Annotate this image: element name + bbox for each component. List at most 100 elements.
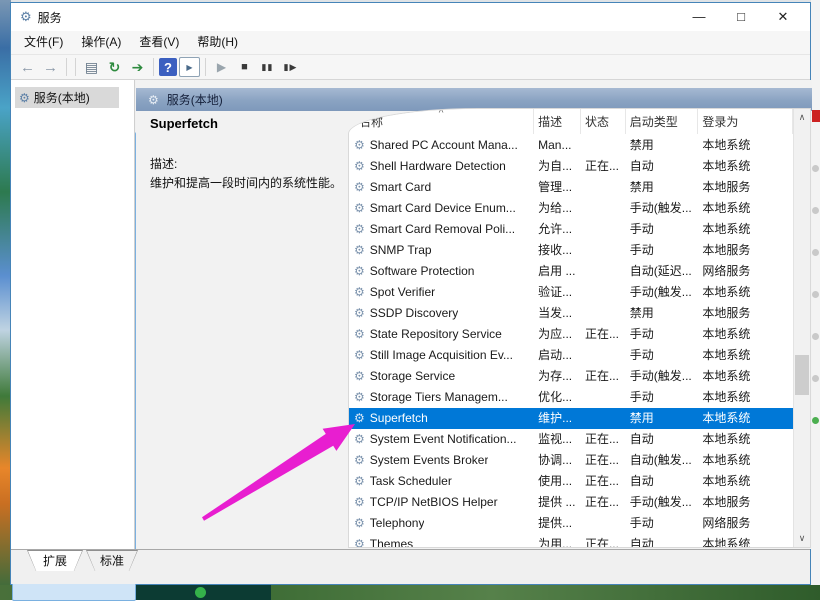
table-row[interactable]: ⚙Software Protection启用 ...自动(延迟...网络服务 — [349, 261, 793, 282]
service-gear-icon: ⚙ — [354, 366, 365, 387]
background-dots — [812, 165, 819, 172]
service-gear-icon: ⚙ — [354, 429, 365, 450]
pane-header-label: 服务(本地) — [167, 91, 223, 108]
table-row[interactable]: ⚙Still Image Acquisition Ev...启动...手动本地系… — [349, 345, 793, 366]
toolbar-separator — [66, 58, 67, 76]
title-bar[interactable]: ⚙ 服务 —□✕ — [11, 3, 810, 31]
table-row[interactable]: ⚙Smart Card Removal Poli...允许...手动本地系统 — [349, 219, 793, 240]
service-gear-icon: ⚙ — [354, 345, 365, 366]
window-title: 服务 — [38, 9, 62, 26]
table-row[interactable]: ⚙Shell Hardware Detection为自...正在...自动本地系… — [349, 156, 793, 177]
close-button[interactable]: ✕ — [762, 3, 804, 31]
table-row[interactable]: ⚙Smart Card Device Enum...为给...手动(触发...本… — [349, 198, 793, 219]
description-label: 描述: — [150, 155, 346, 172]
service-gear-icon: ⚙ — [354, 387, 365, 408]
status-bar — [11, 571, 810, 584]
menu-item[interactable]: 帮助(H) — [188, 31, 247, 54]
vertical-scrollbar[interactable]: ∧ ∨ — [793, 109, 810, 547]
table-row[interactable]: ⚙Storage Tiers Managem...优化...手动本地系统 — [349, 387, 793, 408]
background-logo — [133, 585, 271, 600]
table-row[interactable]: ⚙Storage Service为存...正在...手动(触发...本地系统 — [349, 366, 793, 387]
tab-standard[interactable]: 标准 — [86, 550, 138, 571]
extended-description-panel: Superfetch 描述: 维护和提高一段时间内的系统性能。 — [150, 116, 346, 192]
menu-item[interactable]: 操作(A) — [72, 31, 130, 54]
table-row[interactable]: ⚙Superfetch维护...禁用本地系统 — [349, 408, 793, 429]
services-gear-icon: ⚙ — [148, 93, 159, 107]
tree-item-label: 服务(本地) — [34, 89, 90, 106]
menu-item[interactable]: 文件(F) — [15, 31, 72, 54]
desktop-wallpaper-right — [811, 0, 820, 600]
forward-icon[interactable]: → — [40, 57, 61, 77]
properties-icon[interactable]: ▤ — [81, 57, 102, 77]
service-gear-icon: ⚙ — [354, 219, 365, 240]
table-row[interactable]: ⚙TCP/IP NetBIOS Helper提供 ...正在...手动(触发..… — [349, 492, 793, 513]
service-gear-icon: ⚙ — [354, 198, 365, 219]
table-row[interactable]: ⚙Smart Card管理...禁用本地服务 — [349, 177, 793, 198]
column-header-1[interactable]: 描述 — [534, 109, 581, 134]
service-gear-icon: ⚙ — [354, 324, 365, 345]
refresh-icon[interactable]: ↻ — [104, 57, 125, 77]
service-gear-icon: ⚙ — [354, 156, 365, 177]
minimize-button[interactable]: — — [678, 3, 720, 31]
table-row[interactable]: ⚙State Repository Service为应...正在...手动本地系… — [349, 324, 793, 345]
services-gear-icon: ⚙ — [19, 91, 30, 105]
menu-item[interactable]: 查看(V) — [130, 31, 188, 54]
help-icon[interactable]: ? — [159, 58, 177, 76]
table-row[interactable]: ⚙Themes为用...正在...自动本地系统 — [349, 534, 793, 548]
selected-service-name: Superfetch — [150, 116, 346, 131]
service-gear-icon: ⚙ — [354, 282, 365, 303]
table-row[interactable]: ⚙SSDP Discovery当发...禁用本地服务 — [349, 303, 793, 324]
column-header-0[interactable]: 名称^ — [349, 109, 534, 134]
column-header-4[interactable]: 登录为 — [698, 109, 793, 134]
service-gear-icon: ⚙ — [354, 492, 365, 513]
export-list-icon[interactable]: ➔ — [127, 57, 148, 77]
toolbar-separator — [205, 58, 206, 76]
table-row[interactable]: ⚙Spot Verifier验证...手动(触发...本地系统 — [349, 282, 793, 303]
toolbar: ←→▦▤↻➔?▶▶■▮▮▮▶ — [11, 54, 810, 80]
description-text: 维护和提高一段时间内的系统性能。 — [150, 175, 346, 192]
back-icon[interactable]: ← — [17, 57, 38, 77]
table-row[interactable]: ⚙Task Scheduler使用...正在...自动本地系统 — [349, 471, 793, 492]
service-gear-icon: ⚙ — [354, 450, 365, 471]
rows-container: ⚙Shared PC Account Mana...Man...禁用本地系统⚙S… — [349, 135, 793, 547]
stop-service-icon[interactable]: ■ — [234, 57, 255, 77]
scrollbar-thumb[interactable] — [795, 355, 809, 395]
console-tree-panel: ⚙ 服务(本地) — [11, 80, 135, 549]
table-row[interactable]: ⚙System Event Notification...监视...正在...自… — [349, 429, 793, 450]
table-row[interactable]: ⚙System Events Broker协调...正在...自动(触发...本… — [349, 450, 793, 471]
service-gear-icon: ⚙ — [354, 471, 365, 492]
toolbar-separator — [75, 58, 76, 76]
service-gear-icon: ⚙ — [354, 261, 365, 282]
details-pane: ⚙ 服务(本地) Superfetch 描述: 维护和提高一段时间内的系统性能。… — [136, 80, 812, 549]
pause-service-icon[interactable]: ▮▮ — [257, 57, 278, 77]
scroll-up-icon[interactable]: ∧ — [794, 109, 810, 126]
background-red-mark — [812, 110, 820, 122]
service-gear-icon: ⚙ — [354, 135, 365, 156]
tab-extended[interactable]: 扩展 — [27, 550, 83, 571]
column-header-2[interactable]: 状态 — [581, 109, 626, 134]
tree-item-services-local[interactable]: ⚙ 服务(本地) — [15, 87, 119, 108]
restart-service-icon[interactable]: ▮▶ — [280, 57, 301, 77]
show-action-pane-icon[interactable]: ▶ — [179, 57, 200, 77]
window-controls: —□✕ — [678, 3, 804, 31]
service-gear-icon: ⚙ — [354, 534, 365, 548]
table-header: 名称^描述状态启动类型登录为 — [349, 109, 793, 134]
maximize-button[interactable]: □ — [720, 3, 762, 31]
services-window: ⚙ 服务 —□✕ 文件(F)操作(A)查看(V)帮助(H) ←→▦▤↻➔?▶▶■… — [10, 2, 811, 585]
service-gear-icon: ⚙ — [354, 177, 365, 198]
table-row[interactable]: ⚙Shared PC Account Mana...Man...禁用本地系统 — [349, 135, 793, 156]
start-service-icon[interactable]: ▶ — [211, 57, 232, 77]
toolbar-separator — [153, 58, 154, 76]
menu-bar: 文件(F)操作(A)查看(V)帮助(H) — [11, 31, 810, 54]
column-header-3[interactable]: 启动类型 — [626, 109, 699, 134]
scroll-down-icon[interactable]: ∨ — [794, 530, 810, 547]
service-gear-icon: ⚙ — [354, 408, 365, 429]
services-list-panel: 名称^描述状态启动类型登录为 ⚙Shared PC Account Mana..… — [348, 108, 811, 548]
service-gear-icon: ⚙ — [354, 303, 365, 324]
table-row[interactable]: ⚙SNMP Trap接收...手动本地服务 — [349, 240, 793, 261]
service-gear-icon: ⚙ — [354, 513, 365, 534]
service-gear-icon: ⚙ — [354, 240, 365, 261]
sort-ascending-icon: ^ — [439, 108, 444, 119]
table-row[interactable]: ⚙Telephony提供...手动网络服务 — [349, 513, 793, 534]
services-gear-icon: ⚙ — [20, 9, 32, 25]
